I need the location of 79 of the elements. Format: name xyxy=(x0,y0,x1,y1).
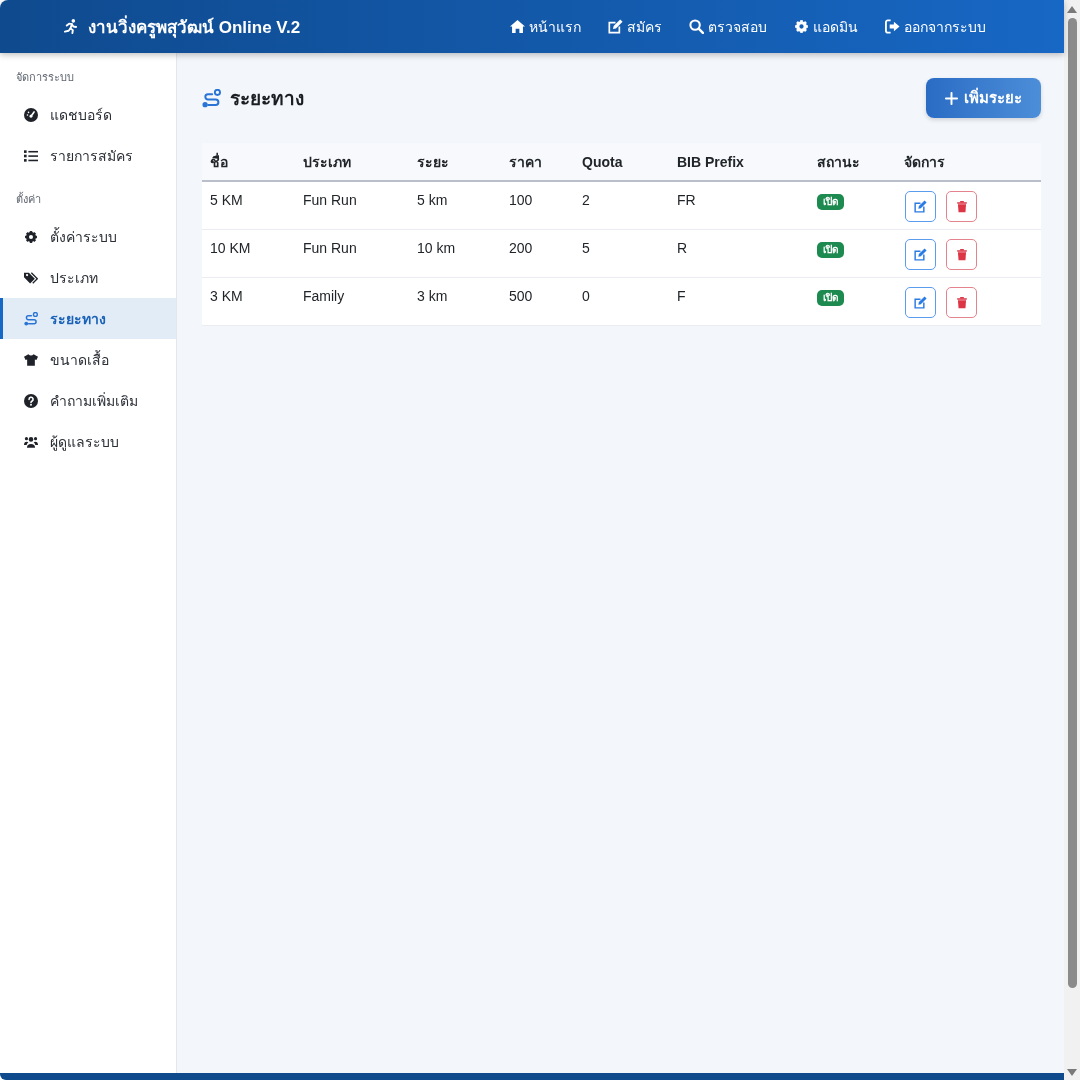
nav-link[interactable]: ตรวจสอบ xyxy=(689,15,767,38)
delete-button[interactable] xyxy=(946,191,977,222)
scrollbar-track[interactable] xyxy=(1064,0,1080,1080)
home-icon xyxy=(510,19,525,34)
edit-icon xyxy=(914,247,927,261)
status-badge: เปิด xyxy=(817,241,844,258)
edit-button[interactable] xyxy=(905,238,936,270)
running-person-icon xyxy=(63,19,78,34)
down-arrow-icon[interactable] xyxy=(1067,1069,1077,1076)
column-header: ราคา xyxy=(501,143,574,181)
sign-out-icon xyxy=(885,19,900,34)
nav-link[interactable]: ออกจากระบบ xyxy=(885,15,986,38)
sidebar-item[interactable]: แดชบอร์ด xyxy=(0,94,176,135)
table-cell: 100 xyxy=(501,181,574,229)
table-cell: 500 xyxy=(501,277,574,325)
table-cell: 200 xyxy=(501,229,574,277)
table-cell: 0 xyxy=(574,277,669,325)
gear-icon xyxy=(24,229,38,244)
table-cell: Fun Run xyxy=(295,229,409,277)
nav-link[interactable]: หน้าแรก xyxy=(510,15,581,38)
column-header: สถานะ xyxy=(809,143,896,181)
page-title: ระยะทาง xyxy=(230,87,304,111)
status-badge: เปิด xyxy=(817,194,844,210)
table-cell: R xyxy=(669,229,809,277)
plus-icon xyxy=(945,91,958,105)
column-header: Quota xyxy=(574,143,669,181)
up-arrow-icon[interactable] xyxy=(1067,5,1077,13)
route-icon xyxy=(24,311,38,326)
list-icon xyxy=(24,148,38,163)
sidebar-item[interactable]: ประเภท xyxy=(0,257,176,298)
table-cell: 5 xyxy=(574,229,669,277)
sidebar-item[interactable]: ตั้งค่าระบบ xyxy=(0,216,176,257)
delete-button[interactable] xyxy=(946,286,977,318)
column-header: ชื่อ xyxy=(202,143,295,181)
search-icon xyxy=(689,19,704,34)
column-header: จัดการ xyxy=(896,143,1041,181)
table-cell: 10 KM xyxy=(202,229,295,277)
dashboard-icon xyxy=(24,107,38,122)
sidebar-item[interactable]: คำถามเพิ่มเติม xyxy=(0,380,176,421)
edit-icon xyxy=(914,295,927,309)
question-icon xyxy=(24,393,38,408)
trash-icon xyxy=(955,200,968,213)
sidebar-item[interactable]: ขนาดเสื้อ xyxy=(0,339,176,380)
sidebar-heading: จัดการระบบ xyxy=(15,70,75,85)
shirt-icon xyxy=(24,352,38,367)
brand-link[interactable]: งานวิ่งครูพสุวัฒน์ Online V.2 xyxy=(63,13,301,40)
scrollbar-thumb[interactable] xyxy=(1067,18,1077,988)
trash-icon xyxy=(955,295,968,309)
edit-button[interactable] xyxy=(905,191,936,222)
column-header: ประเภท xyxy=(295,143,409,181)
delete-button[interactable] xyxy=(946,238,977,270)
status-badge: เปิด xyxy=(817,289,844,306)
gear-icon xyxy=(794,19,809,34)
edit-button[interactable] xyxy=(905,286,936,318)
column-header: ระยะ xyxy=(409,143,501,181)
edit-icon xyxy=(608,19,623,34)
table-cell: 5 KM xyxy=(202,181,295,229)
table-cell: Fun Run xyxy=(295,181,409,229)
sidebar-item[interactable]: ระยะทาง xyxy=(0,298,176,339)
table-cell: 3 KM xyxy=(202,277,295,325)
table-cell: 3 km xyxy=(409,277,501,325)
users-icon xyxy=(24,434,38,449)
sidebar-item[interactable]: ผู้ดูแลระบบ xyxy=(0,421,176,462)
table-cell: Family xyxy=(295,277,409,325)
table-cell: 2 xyxy=(574,181,669,229)
trash-icon xyxy=(955,247,968,261)
add-distance-button[interactable]: เพิ่มระยะ xyxy=(926,78,1041,118)
edit-icon xyxy=(914,200,927,213)
route-icon xyxy=(202,88,221,108)
nav-link[interactable]: สมัคร xyxy=(608,15,662,38)
table-cell: 10 km xyxy=(409,229,501,277)
table-cell: 5 km xyxy=(409,181,501,229)
sidebar-heading: ตั้งค่า xyxy=(15,191,42,207)
tags-icon xyxy=(24,270,38,285)
table-cell: F xyxy=(669,277,809,325)
column-header: BIB Prefix xyxy=(669,143,809,181)
table-cell: FR xyxy=(669,181,809,229)
nav-link[interactable]: แอดมิน xyxy=(794,15,858,38)
sidebar-item[interactable]: รายการสมัคร xyxy=(0,135,176,176)
